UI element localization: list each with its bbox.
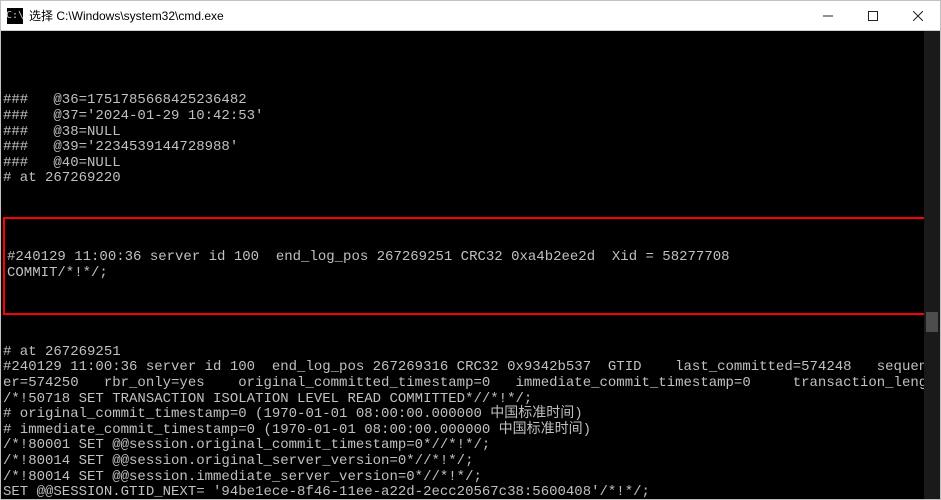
terminal-line: ### @37='2024-01-29 10:42:53' [3,109,938,125]
terminal-line: er=574250 rbr_only=yes original_committe… [3,376,938,392]
terminal-line: # original_commit_timestamp=0 (1970-01-0… [3,407,938,423]
minimize-icon [823,11,833,21]
terminal-line: ### @36=1751785668425236482 [3,93,938,109]
terminal-line: SET @@SESSION.GTID_NEXT= '94be1ece-8f46-… [3,485,938,499]
titlebar[interactable]: C:\ 选择 C:\Windows\system32\cmd.exe [1,1,940,31]
terminal-line: /*!80001 SET @@session.original_commit_t… [3,438,938,454]
close-icon [913,11,923,21]
terminal-line: #240129 11:00:36 server id 100 end_log_p… [3,360,938,376]
terminal-line-highlighted: #240129 11:00:36 server id 100 end_log_p… [7,250,934,266]
scrollbar-thumb[interactable] [926,312,938,332]
terminal-line-highlighted: COMMIT/*!*/; [7,266,934,282]
terminal-line: # immediate_commit_timestamp=0 (1970-01-… [3,423,938,439]
window-title: 选择 C:\Windows\system32\cmd.exe [29,7,805,24]
terminal-content: ### @36=1751785668425236482### @37='2024… [1,62,940,499]
minimize-button[interactable] [805,1,850,30]
maximize-button[interactable] [850,1,895,30]
terminal-line: # at 267269220 [3,171,938,187]
maximize-icon [868,11,878,21]
terminal-line: # at 267269251 [3,345,938,361]
cmd-icon: C:\ [7,8,23,24]
terminal-line: /*!80014 SET @@session.original_server_v… [3,454,938,470]
terminal-line: ### @39='2234539144728988' [3,140,938,156]
terminal-line: /*!80014 SET @@session.immediate_server_… [3,470,938,486]
highlight-box: #240129 11:00:36 server id 100 end_log_p… [3,217,938,315]
vertical-scrollbar[interactable] [924,31,940,499]
window-controls [805,1,940,30]
cmd-window: C:\ 选择 C:\Windows\system32\cmd.exe ### @… [0,0,941,500]
close-button[interactable] [895,1,940,30]
terminal-area[interactable]: ### @36=1751785668425236482### @37='2024… [1,31,940,499]
terminal-line: ### @38=NULL [3,125,938,141]
terminal-line: /*!50718 SET TRANSACTION ISOLATION LEVEL… [3,392,938,408]
terminal-line: ### @40=NULL [3,156,938,172]
